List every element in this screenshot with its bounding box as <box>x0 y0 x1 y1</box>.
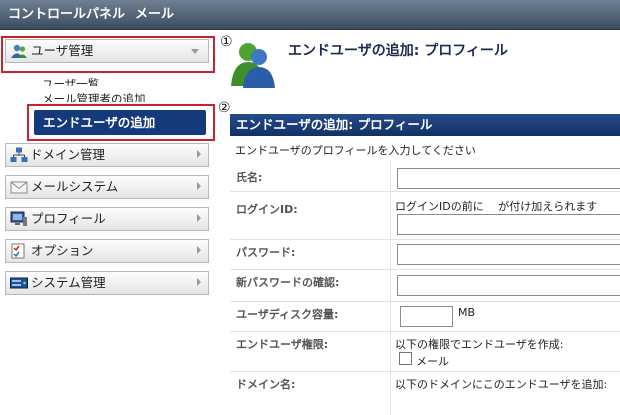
sidebar-item-mail-system[interactable]: メールシステム <box>5 175 209 199</box>
sub-link-user-list[interactable]: ユーザ一覧 <box>42 78 99 86</box>
chevron-right-icon <box>197 278 201 286</box>
form-row-permissions: エンドユーザ権限: 以下の権限でエンドユーザを作成: メール <box>230 332 620 372</box>
sidebar-item-system-management[interactable]: システム管理 <box>5 271 209 295</box>
sidebar-item-label: ドメイン管理 <box>30 147 106 162</box>
permissions-note: 以下の権限でエンドユーザを作成: <box>395 338 564 351</box>
server-icon <box>10 277 28 289</box>
network-icon <box>10 147 28 162</box>
section-header: エンドユーザの追加: プロフィール <box>230 114 620 136</box>
form-row-login-id: ログインID: ログインIDの前に が付け加えられます <box>230 192 620 240</box>
mail-permission-label: メール <box>416 355 449 368</box>
form-description: エンドユーザのプロフィールを入力してください <box>235 144 476 157</box>
sidebar-item-options[interactable]: オプション <box>5 239 209 263</box>
sidebar-item-label: メールシステム <box>31 179 119 194</box>
login-id-note: ログインIDの前に が付け加えられます <box>395 200 598 213</box>
domain-note: 以下のドメインにこのエンドユーザを追加: <box>395 378 608 391</box>
chevron-right-icon <box>197 214 201 222</box>
mail-permission-checkbox[interactable] <box>399 352 412 365</box>
highlight-box-1 <box>1 36 215 73</box>
chevron-right-icon <box>197 182 201 190</box>
menu-mail[interactable]: メール <box>135 0 174 30</box>
disk-quota-input[interactable] <box>400 306 453 327</box>
field-label: エンドユーザ権限: <box>236 338 329 351</box>
field-label: 新パスワードの確認: <box>236 276 340 289</box>
password-confirm-input[interactable] <box>397 275 620 296</box>
sidebar-item-label: オプション <box>31 243 94 258</box>
form-row-name: 氏名: <box>230 160 620 192</box>
top-menu-bar: コントロールパネル メール <box>0 0 620 30</box>
field-label: ドメイン名: <box>236 378 296 391</box>
form-row-disk-quota: ユーザディスク容量: MB <box>230 302 620 332</box>
menu-control-panel[interactable]: コントロールパネル <box>8 0 125 30</box>
field-label: ユーザディスク容量: <box>236 308 339 321</box>
sidebar-item-profile[interactable]: プロフィール <box>5 207 209 231</box>
checklist-icon <box>11 243 25 259</box>
disk-quota-unit: MB <box>458 306 476 319</box>
callout-2: ② <box>218 100 231 116</box>
name-input[interactable] <box>397 168 620 189</box>
envelope-icon <box>10 181 28 194</box>
chevron-right-icon <box>197 246 201 254</box>
field-label: ログインID: <box>236 203 298 216</box>
monitor-icon <box>10 211 27 226</box>
field-label: パスワード: <box>236 246 296 259</box>
form-row-password-confirm: 新パスワードの確認: <box>230 270 620 302</box>
users-icon <box>231 43 275 88</box>
sidebar-item-label: システム管理 <box>31 275 106 290</box>
sidebar-item-domain-management[interactable]: ドメイン管理 <box>5 143 209 167</box>
highlight-box-2 <box>27 104 215 141</box>
chevron-right-icon <box>197 150 201 158</box>
login-id-input[interactable] <box>397 214 620 235</box>
form-row-domain: ドメイン名: 以下のドメインにこのエンドユーザを追加: <box>230 372 620 415</box>
sub-link-add-mail-admin[interactable]: メール管理者の追加 <box>42 93 146 102</box>
page-title: エンドユーザの追加: プロフィール <box>288 43 508 59</box>
sidebar-item-label: プロフィール <box>31 211 106 226</box>
form-row-password: パスワード: <box>230 240 620 270</box>
password-input[interactable] <box>397 244 620 265</box>
field-label: 氏名: <box>236 171 263 184</box>
